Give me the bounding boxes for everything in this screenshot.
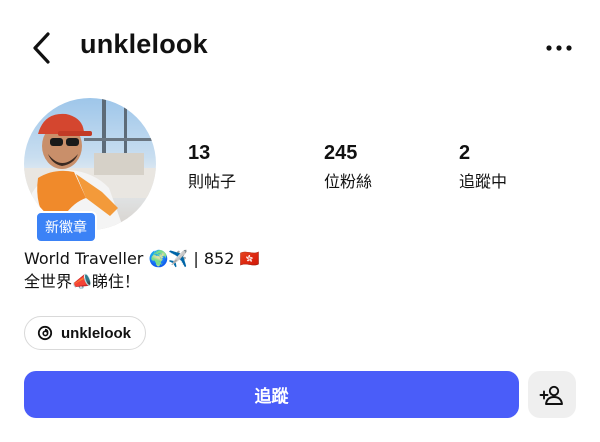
chevron-left-icon [33, 32, 50, 64]
stat-following[interactable]: 2 追蹤中 [459, 142, 507, 192]
follow-button-label: 追蹤 [254, 387, 289, 407]
threads-username: unklelook [61, 324, 132, 342]
stat-following-label: 追蹤中 [459, 172, 508, 191]
suggest-user-button[interactable] [528, 371, 576, 418]
stat-posts-count: 13 [188, 142, 211, 164]
profile-header: unklelook [0, 0, 600, 95]
add-user-icon [539, 385, 563, 405]
more-options-button[interactable] [544, 36, 574, 60]
threads-link[interactable]: unklelook [24, 316, 146, 350]
stat-followers-label: 位粉絲 [324, 172, 373, 191]
back-button[interactable] [28, 30, 56, 66]
stat-posts-label: 則帖子 [188, 172, 237, 191]
threads-icon [37, 325, 53, 341]
profile-bio: World Traveller 🌍✈️ | 852 🇭🇰 全世界📣睇住！ [24, 247, 259, 293]
stat-followers-count: 245 [324, 142, 358, 164]
profile-username-title: unklelook [80, 29, 208, 59]
bio-line-2: 全世界📣睇住！ [24, 272, 140, 291]
stat-posts[interactable]: 13 則帖子 [188, 142, 236, 192]
bio-line-1: World Traveller 🌍✈️ | 852 🇭🇰 [24, 249, 260, 268]
stat-following-count: 2 [459, 142, 471, 164]
new-badge[interactable]: 新徽章 [35, 211, 97, 243]
follow-button[interactable]: 追蹤 [24, 371, 519, 418]
more-horizontal-icon [546, 45, 572, 51]
stat-followers[interactable]: 245 位粉絲 [324, 142, 372, 192]
